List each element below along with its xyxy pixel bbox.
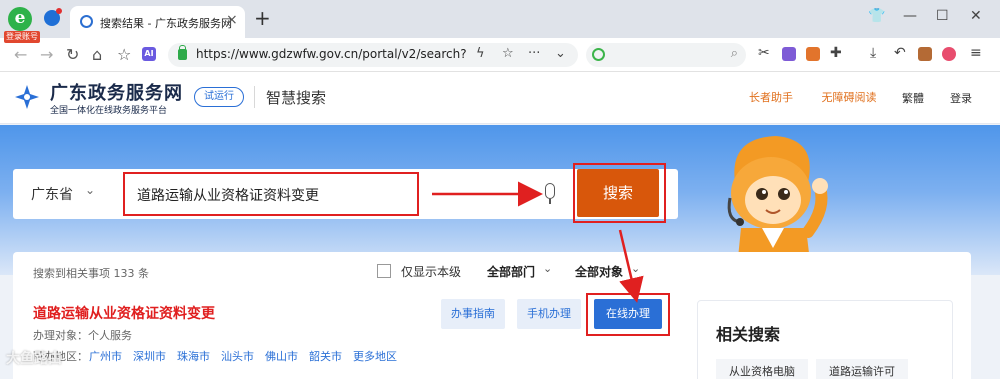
bolt-icon[interactable]: ϟ bbox=[476, 46, 485, 61]
search-engine-box[interactable]: ⌕ bbox=[586, 43, 746, 67]
region-select[interactable]: 广东省 bbox=[31, 184, 73, 204]
minimize-icon[interactable]: — bbox=[903, 8, 917, 24]
traditional-chinese-link[interactable]: 繁體 bbox=[902, 90, 924, 106]
browser-tab-active[interactable]: 搜索结果 - 广东政务服务网 × bbox=[70, 6, 245, 38]
region-link[interactable]: 深圳市 bbox=[133, 348, 166, 364]
region-link[interactable]: 广州市 bbox=[89, 348, 122, 364]
region-link[interactable]: 佛山市 bbox=[265, 348, 298, 364]
result-target: 办理对象：个人服务 bbox=[33, 329, 132, 342]
undo-icon[interactable]: ↶ bbox=[894, 45, 906, 61]
site-header: 广东政务服务网 全国一体化在线政务服务平台 试运行 智慧搜索 长者助手 无障碍阅… bbox=[0, 72, 1000, 124]
accessible-read-button[interactable]: 无障碍阅读 bbox=[812, 88, 886, 110]
microphone-icon[interactable] bbox=[545, 183, 555, 204]
site-favicon-icon bbox=[80, 15, 93, 28]
guide-button[interactable]: 办事指南 bbox=[441, 299, 505, 329]
result-title-link[interactable]: 道路运输从业资格证资料变更 bbox=[33, 303, 215, 323]
site-logo-icon[interactable] bbox=[13, 83, 41, 111]
download-icon[interactable]: ⤓ bbox=[870, 45, 876, 61]
close-icon[interactable]: ✕ bbox=[970, 8, 982, 24]
login-link[interactable]: 登录 bbox=[950, 90, 972, 106]
url-text[interactable]: https://www.gdzwfw.gov.cn/portal/v2/sear… bbox=[196, 47, 466, 61]
local-only-checkbox[interactable] bbox=[377, 264, 391, 278]
star-list-icon[interactable]: ☆ bbox=[117, 45, 131, 64]
search-query-text[interactable]: 道路运输从业资格证资料变更 bbox=[137, 185, 319, 205]
region-link[interactable]: 汕头市 bbox=[221, 348, 254, 364]
mobile-handle-button[interactable]: 手机办理 bbox=[517, 299, 581, 329]
page-content: 广东政务服务网 全国一体化在线政务服务平台 试运行 智慧搜索 长者助手 无障碍阅… bbox=[0, 72, 1000, 379]
search-bar: 广东省 ⌄ 道路运输从业资格证资料变更 搜索 bbox=[13, 163, 678, 223]
page-heading: 智慧搜索 bbox=[266, 89, 327, 107]
browser-logo-icon[interactable]: e bbox=[8, 7, 32, 31]
watermark: 大鱼路由 bbox=[6, 351, 62, 367]
chevron-down-icon[interactable]: ⌄ bbox=[543, 262, 552, 275]
related-search-card: 相关搜索 从业资格电脑 道路运输许可 bbox=[697, 300, 953, 379]
new-tab-button[interactable]: + bbox=[254, 6, 271, 30]
forward-icon[interactable]: → bbox=[40, 45, 53, 64]
site-name[interactable]: 广东政务服务网 bbox=[50, 79, 183, 105]
department-filter[interactable]: 全部部门 bbox=[487, 263, 535, 280]
search-button[interactable]: 搜索 bbox=[577, 169, 659, 217]
maximize-icon[interactable]: ☐ bbox=[936, 8, 949, 24]
scissors-icon[interactable]: ✂ bbox=[758, 45, 770, 61]
home-icon[interactable]: ⌂ bbox=[92, 45, 102, 64]
local-only-label[interactable]: 仅显示本级 bbox=[401, 263, 461, 280]
game-icon[interactable] bbox=[806, 47, 820, 61]
region-link[interactable]: 韶关市 bbox=[309, 348, 342, 364]
translate-icon[interactable] bbox=[782, 47, 796, 61]
search-icon[interactable]: ⌕ bbox=[731, 46, 738, 61]
menu-icon[interactable]: ≡ bbox=[970, 45, 982, 61]
extension-icon[interactable]: ✚ bbox=[830, 45, 842, 61]
site-subtitle: 全国一体化在线政务服务平台 bbox=[50, 106, 168, 116]
address-toolbar: ← → ↻ ⌂ ☆ AI https://www.gdzwfw.gov.cn/p… bbox=[0, 38, 1000, 72]
related-tag[interactable]: 道路运输许可 bbox=[816, 359, 908, 379]
login-account-badge[interactable]: 登录账号 bbox=[4, 31, 40, 43]
ai-icon[interactable]: AI bbox=[142, 47, 156, 61]
bookmark-star-icon[interactable]: ☆ bbox=[502, 46, 514, 61]
url-field[interactable]: https://www.gdzwfw.gov.cn/portal/v2/sear… bbox=[168, 43, 578, 67]
trial-badge: 试运行 bbox=[194, 87, 244, 107]
related-tag[interactable]: 从业资格电脑 bbox=[716, 359, 808, 379]
lock-icon bbox=[178, 45, 187, 60]
briefcase-icon[interactable] bbox=[918, 47, 932, 61]
search-input[interactable]: 道路运输从业资格证资料变更 bbox=[123, 172, 419, 216]
profile-icon[interactable] bbox=[942, 47, 956, 61]
reload-icon[interactable]: ↻ bbox=[66, 45, 79, 64]
more-icon[interactable]: ··· bbox=[528, 46, 540, 61]
result-count: 搜索到相关事项 133 条 bbox=[33, 267, 149, 280]
chevron-down-icon[interactable]: ⌄ bbox=[555, 46, 566, 61]
online-handle-button[interactable]: 在线办理 bbox=[594, 299, 662, 329]
region-link[interactable]: 珠海市 bbox=[177, 348, 210, 364]
elder-mode-button[interactable]: 长者助手 bbox=[736, 88, 806, 110]
header-divider bbox=[254, 86, 255, 108]
more-regions-link[interactable]: 更多地区 bbox=[353, 348, 397, 364]
search-engine-logo-icon bbox=[592, 48, 605, 61]
tab-nav-icon[interactable] bbox=[44, 8, 62, 26]
back-icon[interactable]: ← bbox=[14, 45, 27, 64]
tab-close-icon[interactable]: × bbox=[226, 12, 238, 28]
chevron-down-icon[interactable]: ⌄ bbox=[631, 262, 640, 275]
shirt-icon[interactable]: 👕 bbox=[868, 8, 885, 24]
browser-tab-bar: e 搜索结果 - 广东政务服务网 × + 👕 — ☐ ✕ bbox=[0, 0, 1000, 38]
related-search-title: 相关搜索 bbox=[716, 325, 781, 344]
chevron-down-icon[interactable]: ⌄ bbox=[85, 183, 95, 197]
target-filter[interactable]: 全部对象 bbox=[575, 263, 623, 280]
tab-title: 搜索结果 - 广东政务服务网 bbox=[100, 17, 232, 30]
